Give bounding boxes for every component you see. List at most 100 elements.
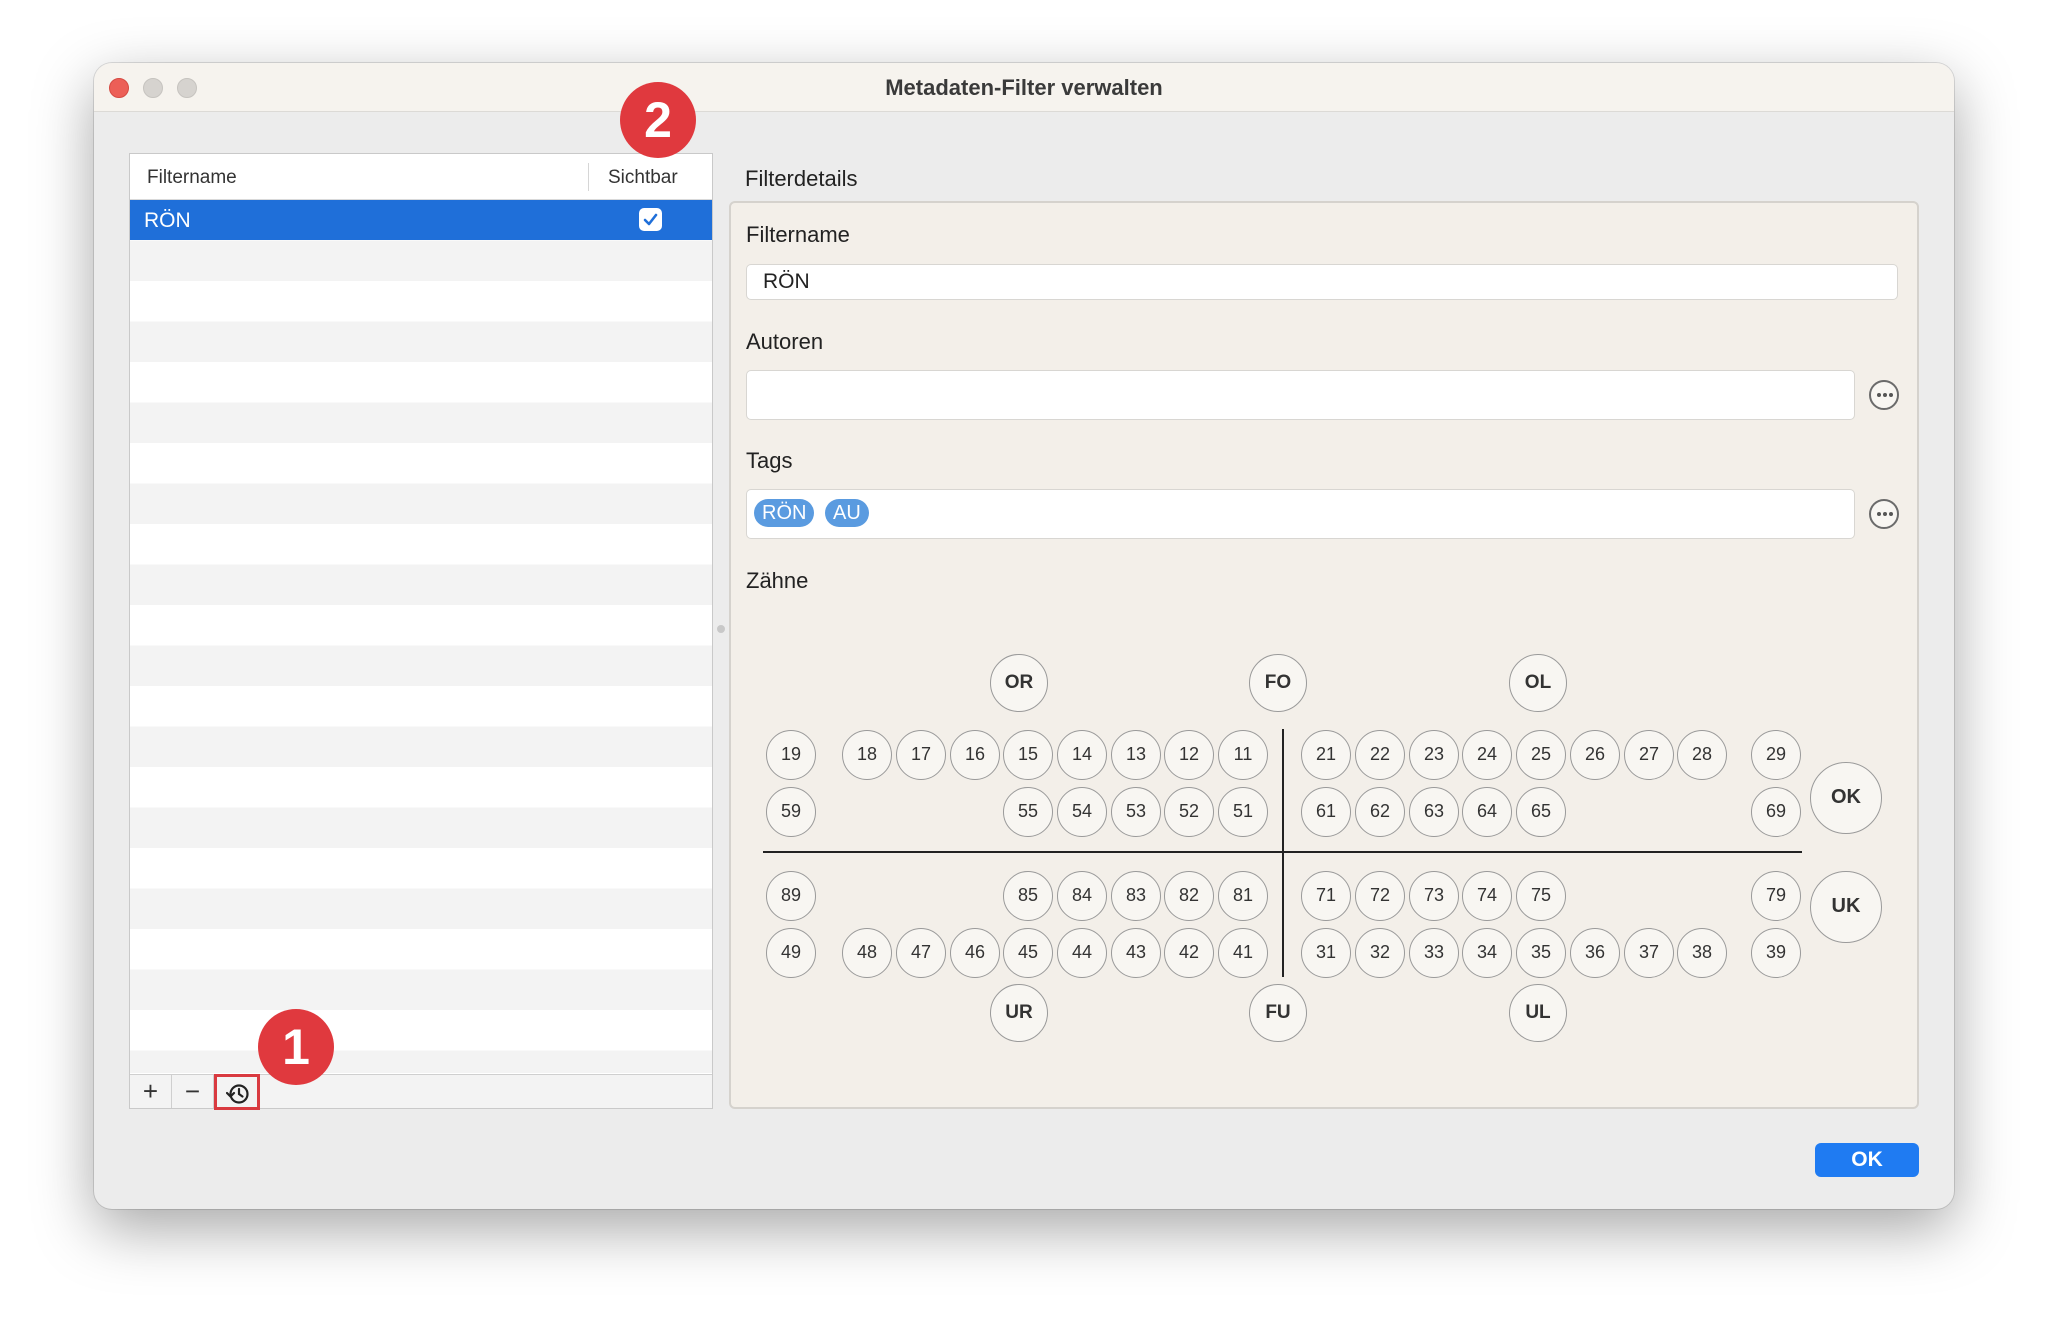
tooth-button[interactable]: 75 [1516, 871, 1566, 921]
tooth-button[interactable]: 49 [766, 928, 816, 978]
tooth-button[interactable]: 69 [1751, 787, 1801, 837]
tags-label: Tags [746, 448, 793, 473]
tooth-button[interactable]: 34 [1462, 928, 1512, 978]
tooth-button[interactable]: 35 [1516, 928, 1566, 978]
region-fo-button[interactable]: FO [1249, 654, 1307, 712]
jaw-uk-button[interactable]: UK [1810, 871, 1882, 943]
tooth-button[interactable]: 18 [842, 730, 892, 780]
tooth-button[interactable]: 42 [1164, 928, 1214, 978]
tooth-button[interactable]: 23 [1409, 730, 1459, 780]
tooth-button[interactable]: 19 [766, 730, 816, 780]
filtername-input[interactable]: RÖN [746, 264, 1898, 300]
tooth-button[interactable]: 74 [1462, 871, 1512, 921]
tooth-button[interactable]: 39 [1751, 928, 1801, 978]
tooth-button[interactable]: 27 [1624, 730, 1674, 780]
authors-label: Autoren [746, 329, 824, 354]
tooth-button[interactable]: 29 [1751, 730, 1801, 780]
jaw-divider-vertical [1282, 729, 1284, 977]
list-item-name: RÖN [144, 209, 191, 232]
list-item[interactable]: RÖN [130, 200, 712, 240]
tooth-button[interactable]: 43 [1111, 928, 1161, 978]
tooth-button[interactable]: 33 [1409, 928, 1459, 978]
tooth-button[interactable]: 45 [1003, 928, 1053, 978]
tooth-button[interactable]: 59 [766, 787, 816, 837]
restore-filters-button[interactable] [214, 1074, 260, 1110]
visible-checkbox[interactable] [639, 208, 662, 231]
tags-input[interactable]: RÖN AU [746, 489, 1855, 539]
tooth-button[interactable]: 79 [1751, 871, 1801, 921]
region-ul-button[interactable]: UL [1509, 984, 1567, 1042]
tooth-button[interactable]: 53 [1111, 787, 1161, 837]
dialog-window: Metadaten-Filter verwalten Filtername Si… [94, 63, 1954, 1209]
tag-chip[interactable]: AU [825, 499, 869, 527]
column-header-visible[interactable]: Sichtbar [608, 167, 678, 189]
tooth-button[interactable]: 28 [1677, 730, 1727, 780]
tooth-button[interactable]: 21 [1301, 730, 1351, 780]
tooth-button[interactable]: 32 [1355, 928, 1405, 978]
tooth-button[interactable]: 61 [1301, 787, 1351, 837]
tooth-button[interactable]: 13 [1111, 730, 1161, 780]
tooth-button[interactable]: 73 [1409, 871, 1459, 921]
tooth-button[interactable]: 82 [1164, 871, 1214, 921]
tooth-button[interactable]: 84 [1057, 871, 1107, 921]
tooth-button[interactable]: 55 [1003, 787, 1053, 837]
tooth-button[interactable]: 47 [896, 928, 946, 978]
region-ol-button[interactable]: OL [1509, 654, 1567, 712]
filterdetails-panel: Filtername RÖN Autoren Tags RÖN AU Zähne… [729, 201, 1919, 1109]
jaw-ok-button[interactable]: OK [1810, 762, 1882, 834]
filter-list: Filtername Sichtbar RÖN + − [129, 153, 713, 1110]
tooth-button[interactable]: 15 [1003, 730, 1053, 780]
checkmark-icon [643, 213, 658, 226]
callout-badge-1: 1 [258, 1009, 334, 1085]
tooth-button[interactable]: 63 [1409, 787, 1459, 837]
tooth-button[interactable]: 62 [1355, 787, 1405, 837]
history-icon [226, 1084, 249, 1104]
tooth-button[interactable]: 71 [1301, 871, 1351, 921]
column-header-filtername[interactable]: Filtername [147, 167, 237, 189]
teeth-label: Zähne [746, 568, 809, 593]
splitter-handle[interactable] [717, 625, 725, 633]
tooth-button[interactable]: 89 [766, 871, 816, 921]
tooth-button[interactable]: 81 [1218, 871, 1268, 921]
tooth-button[interactable]: 24 [1462, 730, 1512, 780]
tooth-button[interactable]: 54 [1057, 787, 1107, 837]
tooth-button[interactable]: 38 [1677, 928, 1727, 978]
remove-filter-button[interactable]: − [172, 1075, 214, 1108]
filterdetails-heading: Filterdetails [745, 166, 858, 191]
tooth-button[interactable]: 46 [950, 928, 1000, 978]
tooth-button[interactable]: 26 [1570, 730, 1620, 780]
callout-badge-2: 2 [620, 82, 696, 158]
tooth-button[interactable]: 37 [1624, 928, 1674, 978]
tooth-button[interactable]: 52 [1164, 787, 1214, 837]
tooth-button[interactable]: 25 [1516, 730, 1566, 780]
region-fu-button[interactable]: FU [1249, 984, 1307, 1042]
list-rows: RÖN [130, 200, 712, 1073]
add-filter-button[interactable]: + [130, 1075, 172, 1108]
tag-chip[interactable]: RÖN [754, 499, 815, 527]
tooth-button[interactable]: 22 [1355, 730, 1405, 780]
tooth-button[interactable]: 64 [1462, 787, 1512, 837]
tooth-button[interactable]: 51 [1218, 787, 1268, 837]
authors-more-button[interactable] [1869, 380, 1899, 410]
tooth-button[interactable]: 12 [1164, 730, 1214, 780]
tooth-button[interactable]: 85 [1003, 871, 1053, 921]
tooth-button[interactable]: 65 [1516, 787, 1566, 837]
tooth-button[interactable]: 72 [1355, 871, 1405, 921]
tooth-button[interactable]: 36 [1570, 928, 1620, 978]
region-ur-button[interactable]: UR [990, 984, 1048, 1042]
tooth-button[interactable]: 14 [1057, 730, 1107, 780]
authors-input[interactable] [746, 370, 1855, 420]
tooth-button[interactable]: 31 [1301, 928, 1351, 978]
tooth-button[interactable]: 44 [1057, 928, 1107, 978]
tooth-button[interactable]: 16 [950, 730, 1000, 780]
region-or-button[interactable]: OR [990, 654, 1048, 712]
tooth-button[interactable]: 11 [1218, 730, 1268, 780]
tooth-button[interactable]: 17 [896, 730, 946, 780]
column-divider[interactable] [588, 163, 589, 191]
ok-button[interactable]: OK [1815, 1143, 1919, 1177]
tooth-button[interactable]: 41 [1218, 928, 1268, 978]
title-bar: Metadaten-Filter verwalten [94, 63, 1954, 112]
tooth-button[interactable]: 48 [842, 928, 892, 978]
tooth-button[interactable]: 83 [1111, 871, 1161, 921]
tags-more-button[interactable] [1869, 499, 1899, 529]
